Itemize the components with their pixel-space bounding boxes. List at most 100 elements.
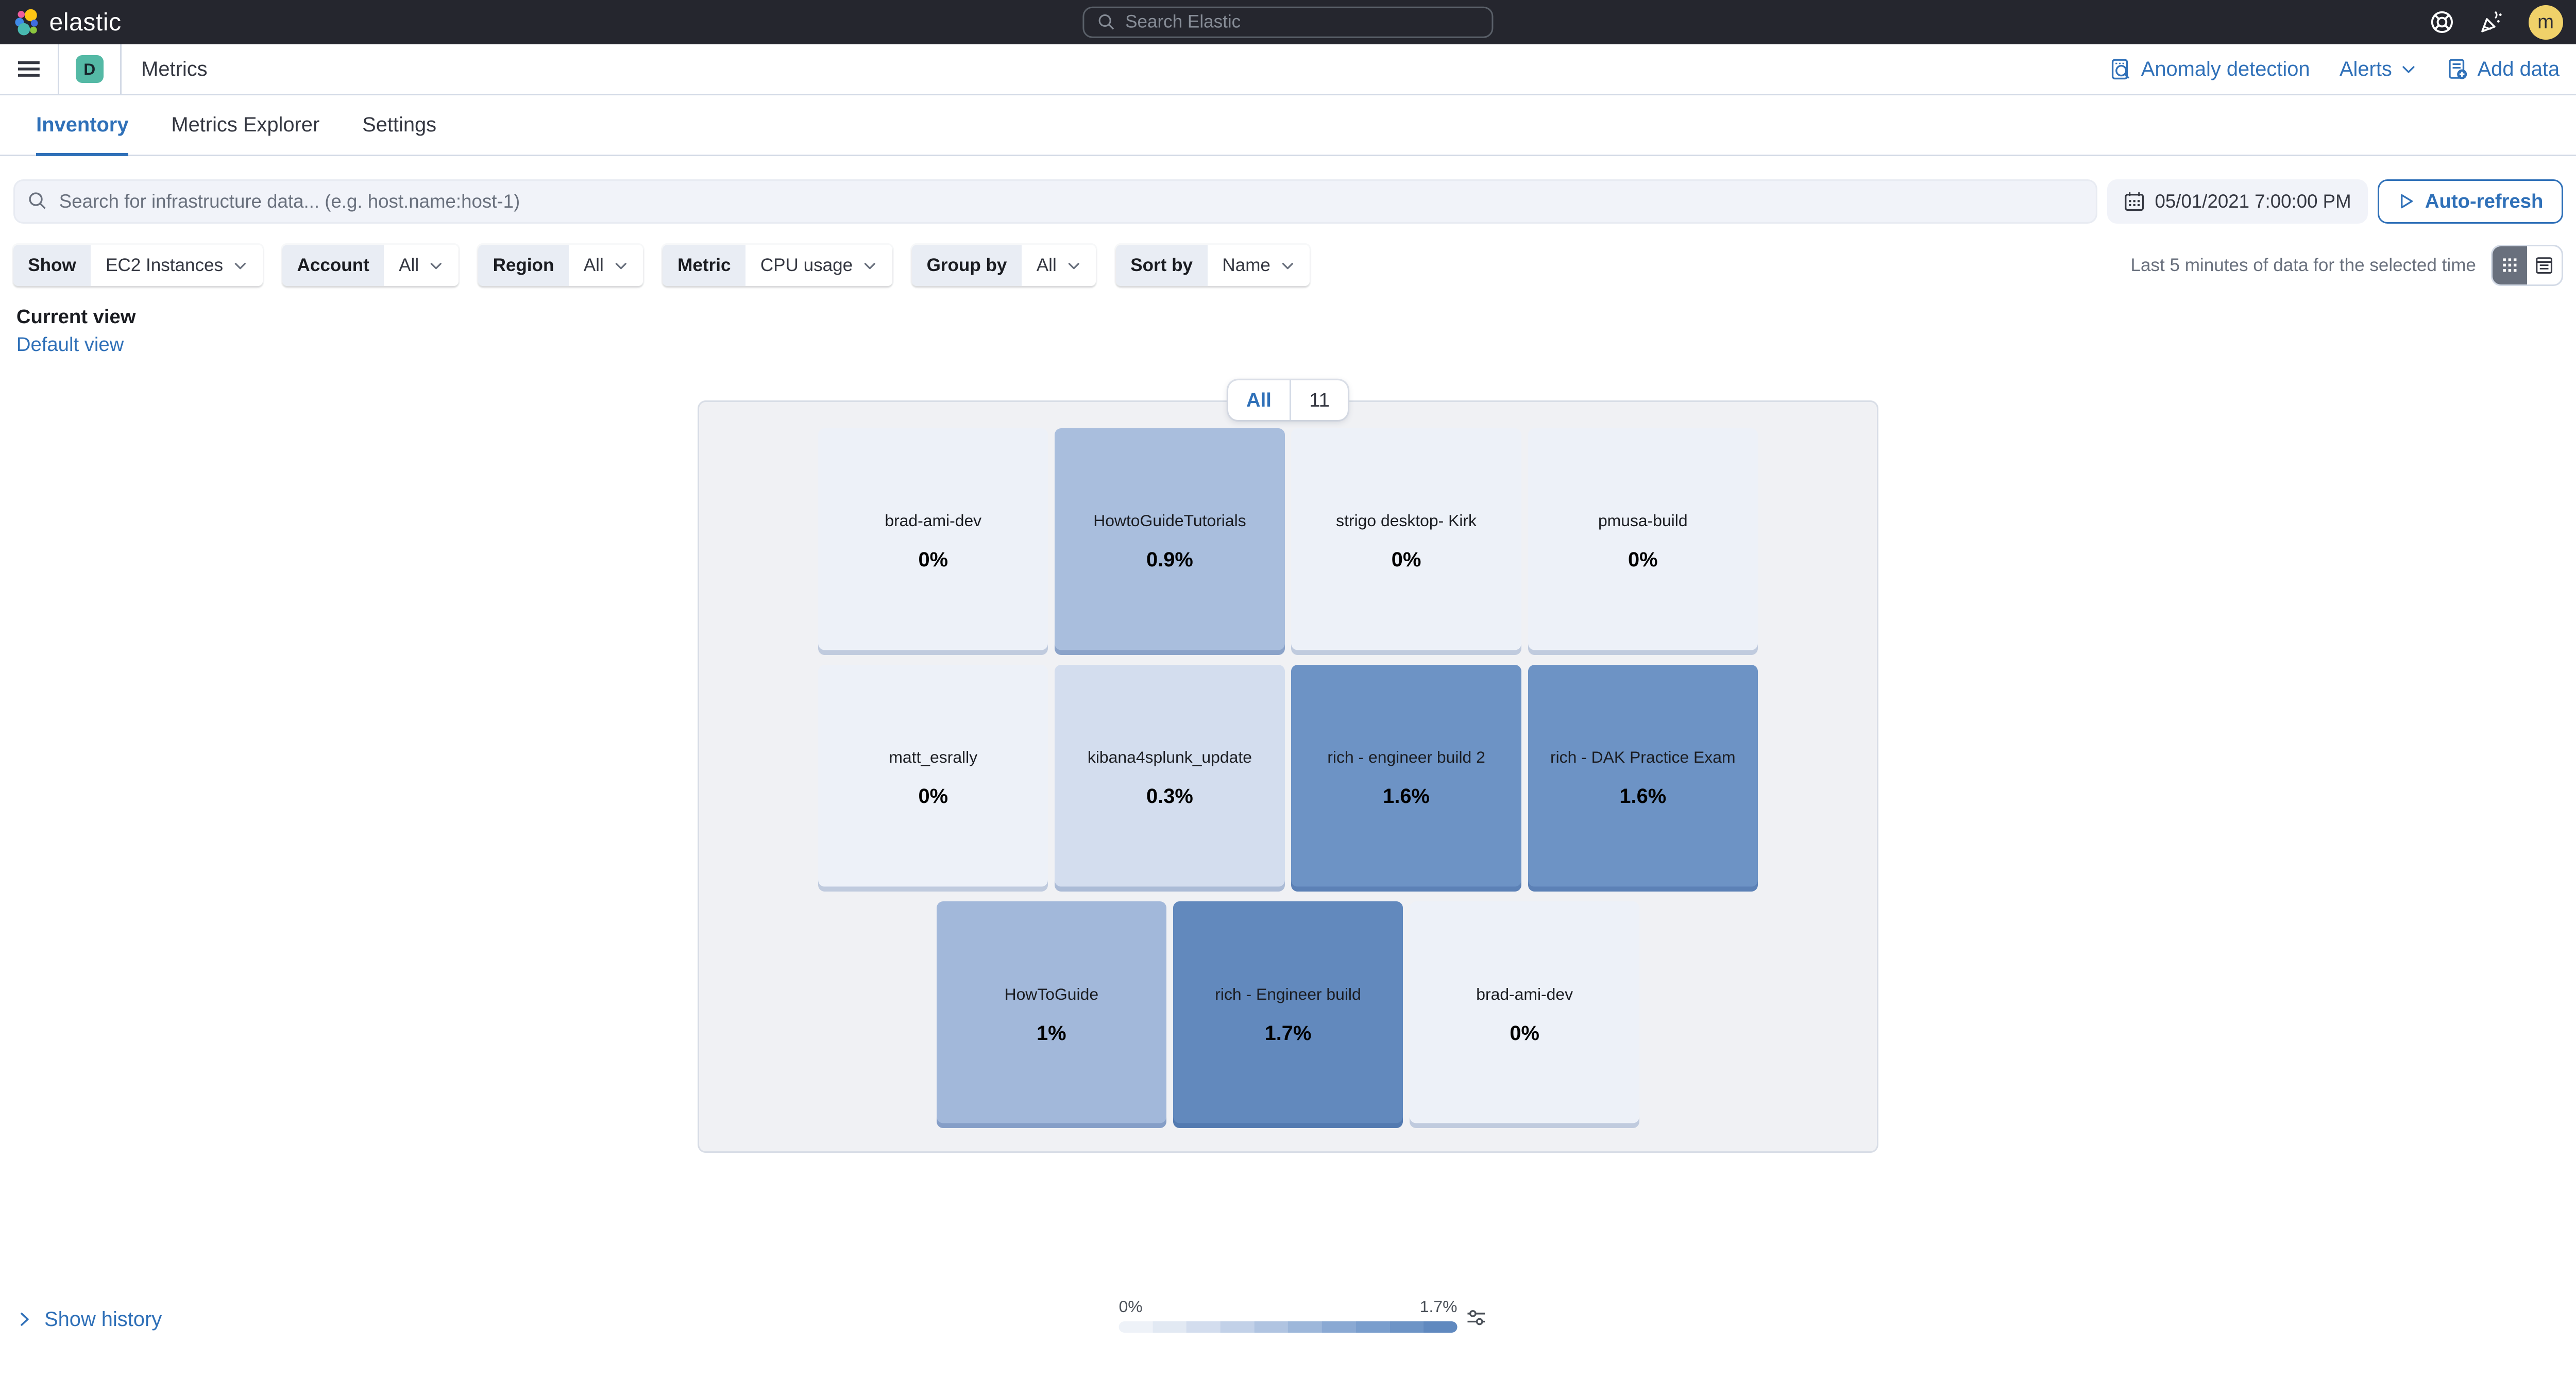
avatar[interactable]: m (2529, 5, 2563, 40)
filter-value-text: Name (1222, 255, 1270, 276)
space-badge[interactable]: D (76, 55, 104, 83)
node-value: 0% (1628, 548, 1658, 572)
filter-metric[interactable]: MetricCPU usage (663, 245, 892, 286)
legend-step (1423, 1321, 1458, 1333)
metrics-inventory-page: elastic Search Elastic (0, 0, 2576, 1346)
anomaly-detection-link[interactable]: Anomaly detection (2110, 58, 2310, 81)
node-value: 0% (1510, 1022, 1539, 1045)
tile-row: brad-ami-dev0%HowtoGuideTutorials0.9%str… (818, 428, 1758, 655)
legend-max: 1.7% (1420, 1297, 1458, 1316)
waffle-node-brad-ami-dev[interactable]: brad-ami-dev0% (818, 428, 1048, 655)
group-toggle-all[interactable]: All (1228, 380, 1290, 420)
help-icon[interactable] (2430, 10, 2454, 35)
filter-label: Sort by (1116, 245, 1208, 286)
waffle-node-rich-engineer-build-2[interactable]: rich - engineer build 21.6% (1291, 665, 1521, 892)
node-name: brad-ami-dev (875, 511, 991, 530)
query-row: Search for infrastructure data... (e.g. … (13, 179, 2563, 224)
filter-label: Region (478, 245, 569, 286)
tile-row: HowToGuide1%rich - Engineer build1.7%bra… (937, 901, 1640, 1128)
default-view-link[interactable]: Default view (16, 333, 2576, 356)
node-value: 0% (918, 785, 948, 808)
nav-actions: Anomaly detection Alerts Add data (2110, 58, 2560, 81)
legend-step (1153, 1321, 1187, 1333)
anomaly-detection-icon (2110, 58, 2133, 81)
filter-value-dropdown[interactable]: CPU usage (745, 245, 892, 286)
filter-value-dropdown[interactable]: Name (1208, 245, 1310, 286)
legend-labels: 0% 1.7% (1119, 1297, 1458, 1316)
show-history-label: Show history (44, 1308, 162, 1331)
auto-refresh-label: Auto-refresh (2425, 190, 2544, 213)
tab-metrics-explorer[interactable]: Metrics Explorer (171, 95, 319, 155)
map-view-toggle[interactable] (2493, 246, 2527, 284)
view-block: Current view Default view (16, 306, 2576, 356)
header-actions: m (2430, 5, 2563, 40)
waffle-node-brad-ami-dev[interactable]: brad-ami-dev 0% (1410, 901, 1639, 1128)
filter-value-text: All (399, 255, 419, 276)
waffle-map: brad-ami-dev 0% HowtoGuideTutorials0.9%str… (698, 400, 1879, 1153)
anomaly-detection-label: Anomaly detection (2141, 58, 2310, 81)
waffle-node-matt-esrally[interactable]: matt_esrally0% (818, 665, 1048, 892)
navigation-bar: D Metrics Anomaly detection Alerts (0, 44, 2576, 95)
filter-value-dropdown[interactable]: All (569, 245, 643, 286)
auto-refresh-button[interactable]: Auto-refresh (2378, 179, 2563, 224)
filter-region[interactable]: Region All (478, 245, 643, 286)
filter-sort-by[interactable]: Sort by Name (1116, 245, 1310, 286)
legend-step (1322, 1321, 1356, 1333)
tab-settings[interactable]: Settings (362, 95, 436, 155)
waffle-node-strigo-desktop-kirk[interactable]: strigo desktop- Kirk0% (1291, 428, 1521, 655)
app-tabs: Inventory Metrics Explorer Settings (0, 95, 2576, 156)
waffle-node-rich-dak-practice-exam[interactable]: rich - DAK Practice Exam1.6% (1528, 665, 1758, 892)
node-value: 1.7% (1265, 1022, 1312, 1045)
filter-value-text: All (584, 255, 604, 276)
chevron-right-icon (16, 1311, 33, 1328)
waffle-node-howtoguide[interactable]: HowToGuide1% (937, 901, 1166, 1128)
node-name: HowToGuide (994, 985, 1108, 1004)
alerts-menu[interactable]: Alerts (2340, 58, 2417, 81)
global-header: elastic Search Elastic (0, 0, 2576, 44)
legend-gradient-bar[interactable] (1119, 1321, 1458, 1333)
filter-account[interactable]: AccountAll (282, 245, 459, 286)
chevron-down-icon (1066, 258, 1081, 273)
divider (120, 44, 122, 94)
newsfeed-icon[interactable] (2479, 10, 2504, 35)
global-search-input[interactable]: Search Elastic (1082, 7, 1493, 38)
waffle-node-kibana4splunk-update[interactable]: kibana4splunk_update0.3% (1055, 665, 1284, 892)
menu-icon[interactable] (16, 57, 41, 81)
show-history-link[interactable]: Show history (16, 1308, 162, 1331)
add-data-label: Add data (2478, 58, 2560, 81)
search-icon (1097, 13, 1115, 31)
legend-step (1389, 1321, 1423, 1333)
node-name: brad-ami-dev (1466, 985, 1583, 1004)
calendar-icon (2124, 191, 2145, 212)
infra-search-input[interactable]: Search for infrastructure data... (e.g. … (13, 179, 2097, 224)
filter-value-text: All (1037, 255, 1057, 276)
waffle-node-howtoguidetutorials[interactable]: HowtoGuideTutorials0.9% (1055, 428, 1284, 655)
table-view-toggle[interactable] (2527, 246, 2562, 284)
legend-settings-icon[interactable] (1465, 1304, 1486, 1334)
filter-show[interactable]: ShowEC2 Instances (13, 245, 263, 286)
filters: ShowEC2 Instances AccountAll Region All Metr… (13, 245, 1310, 286)
infra-search-placeholder: Search for infrastructure data... (e.g. … (59, 191, 520, 212)
global-search-placeholder: Search Elastic (1125, 12, 1241, 32)
filter-value-dropdown[interactable]: All (1022, 245, 1096, 286)
filter-value-dropdown[interactable]: EC2 Instances (91, 245, 262, 286)
color-legend: 0% 1.7% (1119, 1297, 1458, 1333)
node-name: kibana4splunk_update (1078, 748, 1262, 767)
legend-step (1187, 1321, 1221, 1333)
chevron-down-icon (614, 258, 629, 273)
date-picker[interactable]: 05/01/2021 7:00:00 PM (2107, 179, 2367, 224)
waffle-node-rich-engineer-build[interactable]: rich - Engineer build1.7% (1173, 901, 1403, 1128)
filter-value-dropdown[interactable]: All (384, 245, 458, 286)
tab-inventory[interactable]: Inventory (36, 95, 128, 155)
group-toggle: All 11 (1228, 380, 1348, 420)
waffle-node-pmusa-build[interactable]: pmusa-build0% (1528, 428, 1758, 655)
filter-group-by[interactable]: Group byAll (912, 245, 1096, 286)
group-toggle-count[interactable]: 11 (1291, 380, 1348, 420)
elastic-logo[interactable]: elastic (13, 8, 122, 37)
breadcrumb: Metrics (141, 58, 207, 81)
filter-value-text: EC2 Instances (106, 255, 223, 276)
filter-label: Metric (663, 245, 745, 286)
logo-text: elastic (49, 8, 122, 37)
add-data-link[interactable]: Add data (2446, 58, 2560, 81)
waffle-map-icon (2501, 256, 2519, 274)
